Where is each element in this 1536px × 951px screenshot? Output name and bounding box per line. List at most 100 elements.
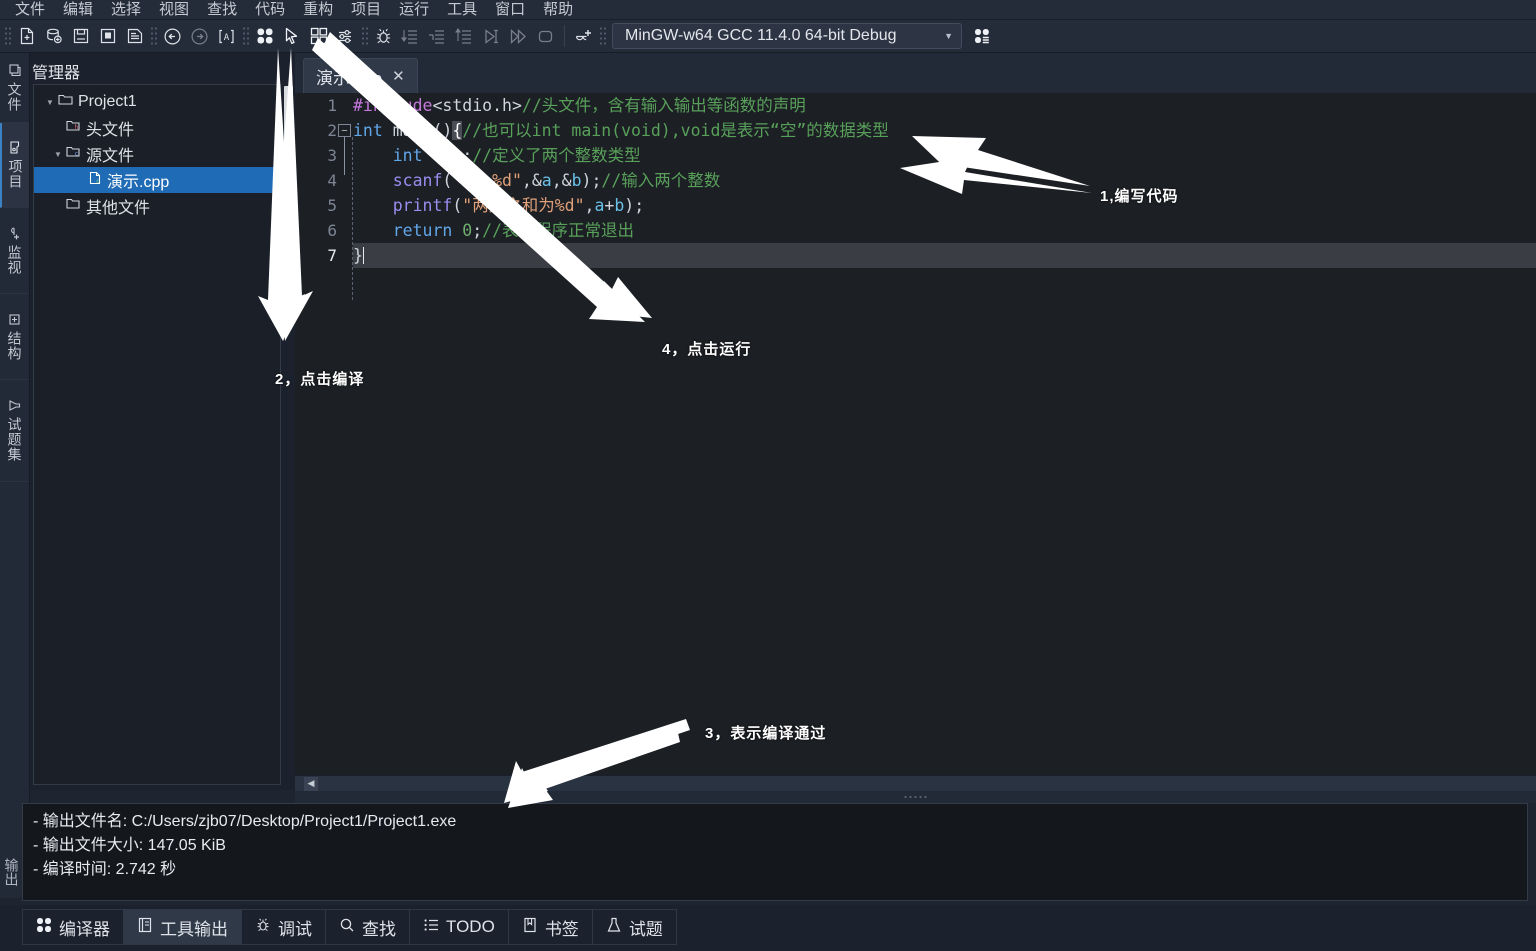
close-icon[interactable]: ✕ [392, 67, 405, 85]
todo-icon [423, 917, 439, 938]
code-editor[interactable]: 1 2 3 4 5 6 7 − #include<stdio.h>//头文件，含… [295, 93, 1536, 775]
chevron-down-icon[interactable]: ▼ [42, 98, 58, 107]
svg-text:A: A [224, 33, 230, 43]
explorer-scrollbar[interactable] [282, 84, 295, 785]
step-over-icon[interactable] [424, 23, 451, 50]
menu-item-help[interactable]: 帮助 [534, 0, 582, 19]
code-line-5: printf("两数之和为%d",a+b); [353, 193, 1536, 218]
back-arrow-icon[interactable] [159, 23, 186, 50]
toolbar-grip-5[interactable] [599, 26, 606, 46]
sidebar-item-files[interactable]: 文件 [0, 53, 29, 123]
scroll-left-icon[interactable]: ◀ [304, 776, 318, 791]
menu-item-tools[interactable]: 工具 [438, 0, 486, 19]
toolbar-grip-2[interactable] [150, 26, 157, 46]
save-icon[interactable] [67, 23, 94, 50]
toolbar-grip-4[interactable] [361, 26, 368, 46]
save-as-icon[interactable] [94, 23, 121, 50]
line-number-gutter: 1 2 3 4 5 6 7 [295, 93, 345, 775]
token: scanf [392, 171, 443, 190]
folder-h-icon: h [66, 119, 81, 137]
menu-item-search[interactable]: 查找 [198, 0, 246, 19]
code-content[interactable]: #include<stdio.h>//头文件，含有输入输出等函数的声明 int … [353, 93, 1536, 775]
panel-splitter[interactable] [295, 791, 1536, 803]
menu-item-file[interactable]: 文件 [6, 0, 54, 19]
toolbar-grip[interactable] [4, 26, 11, 46]
code-line-1: #include<stdio.h>//头文件，含有输入输出等函数的声明 [353, 93, 1536, 118]
watch-icon [8, 226, 21, 240]
step-into-icon[interactable] [397, 23, 424, 50]
debug-bug-icon[interactable] [370, 23, 397, 50]
sidebar-item-structure[interactable]: 结构 [0, 294, 29, 380]
folder-c-icon: c [66, 145, 81, 163]
sidebar-item-project[interactable]: 项目 [0, 123, 29, 208]
run-to-cursor-icon[interactable] [478, 23, 505, 50]
tree-node-sources[interactable]: ▼ c 源文件 [34, 141, 280, 167]
compiler-settings-icon[interactable] [968, 23, 995, 50]
stop-icon[interactable] [532, 23, 559, 50]
ide-window: 文件 编辑 选择 视图 查找 代码 重构 项目 运行 工具 窗口 帮助 A Mi… [0, 0, 1536, 951]
new-project-icon[interactable] [40, 23, 67, 50]
panel-title: 管理器 [32, 65, 81, 82]
menu-item-run[interactable]: 运行 [390, 0, 438, 19]
tree-node-project1[interactable]: ▼ Project1 [34, 89, 280, 115]
svg-text:c: c [75, 151, 79, 158]
compile-icon[interactable] [251, 23, 278, 50]
options-icon[interactable] [332, 23, 359, 50]
tab-demo-cpp[interactable]: 演示.cpp ✕ [303, 58, 418, 93]
toolbar-divider [564, 25, 565, 47]
tab-problem[interactable]: 试题 [592, 909, 677, 945]
problem-icon [606, 917, 622, 938]
tree-node-other-files[interactable]: 其他文件 [34, 193, 280, 219]
sidebar-item-problem-set[interactable]: 试题集 [0, 380, 29, 482]
menu-item-refactor[interactable]: 重构 [294, 0, 342, 19]
compile-run-icon[interactable] [305, 23, 332, 50]
menu-item-view[interactable]: 视图 [150, 0, 198, 19]
token: 0 [462, 221, 473, 240]
sidebar-item-watch[interactable]: 监视 [0, 208, 29, 294]
tab-todo[interactable]: TODO [410, 909, 509, 945]
tree-node-demo-cpp[interactable]: c 演示.cpp [34, 167, 280, 193]
menu-item-select[interactable]: 选择 [102, 0, 150, 19]
add-watch-icon[interactable] [570, 23, 597, 50]
line-number-current: 7 [327, 246, 337, 265]
compiler-icon [36, 917, 52, 938]
tool-output-panel[interactable]: - 输出文件名: C:/Users/zjb07/Desktop/Project1… [22, 803, 1528, 901]
token: } [353, 246, 363, 265]
menu-item-project[interactable]: 项目 [342, 0, 390, 19]
forward-arrow-icon[interactable] [186, 23, 213, 50]
editor-horizontal-scrollbar[interactable]: ◀ [295, 775, 1536, 791]
new-file-icon[interactable] [13, 23, 40, 50]
svg-text:h: h [75, 124, 79, 131]
tree-node-headers[interactable]: h 头文件 [34, 115, 280, 141]
toolbar-grip-3[interactable] [242, 26, 249, 46]
chevron-down-icon: ▼ [944, 31, 953, 41]
token: , [442, 146, 453, 165]
tab-search[interactable]: 查找 [326, 909, 410, 945]
menu-item-window[interactable]: 窗口 [486, 0, 534, 19]
files-icon [8, 63, 21, 77]
token: ,& [521, 171, 542, 190]
continue-icon[interactable] [505, 23, 532, 50]
chevron-down-icon[interactable]: ▼ [50, 150, 66, 159]
code-line-6: return 0;//表示程序正常退出 [353, 218, 1536, 243]
step-out-icon[interactable] [451, 23, 478, 50]
explorer-scrollbar-thumb[interactable] [284, 86, 293, 266]
menu-item-code[interactable]: 代码 [246, 0, 294, 19]
sidebar-label-project: 项目 [7, 159, 24, 189]
sidebar-label-output: 输出 [3, 857, 20, 886]
tab-compiler[interactable]: 编译器 [22, 909, 124, 945]
compiler-set-dropdown[interactable]: MinGW-w64 GCC 11.4.0 64-bit Debug ▼ [612, 23, 962, 49]
tab-bookmark[interactable]: 书签 [508, 909, 593, 945]
auto-format-icon[interactable]: A [213, 23, 240, 50]
token: a [594, 196, 605, 215]
tab-debug[interactable]: 调试 [242, 909, 326, 945]
token: //头文件，含有输入输出等函数的声明 [521, 96, 806, 115]
save-all-icon[interactable] [121, 23, 148, 50]
menu-item-edit[interactable]: 编辑 [54, 0, 102, 19]
sidebar-label-structure: 结构 [6, 330, 23, 361]
tab-tool-output[interactable]: 工具输出 [124, 909, 242, 945]
run-icon[interactable] [278, 23, 305, 50]
fold-toggle-icon[interactable]: − [338, 124, 351, 137]
